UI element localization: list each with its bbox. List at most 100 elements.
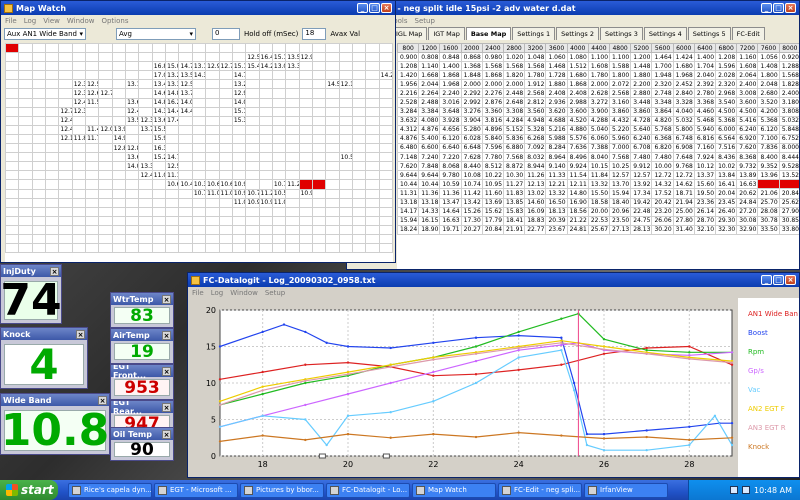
base-map-cell[interactable]: 7.568	[503, 152, 526, 163]
map-cell[interactable]	[18, 197, 33, 208]
map-cell[interactable]	[71, 188, 87, 199]
base-map-cell[interactable]: 2.812	[524, 97, 547, 108]
base-map-cell[interactable]: 1.208	[715, 51, 738, 63]
base-map-cell[interactable]: 5.768	[651, 124, 674, 135]
map-cell[interactable]	[138, 152, 153, 163]
base-map-cell[interactable]: 6.028	[460, 133, 483, 144]
map-cell[interactable]	[31, 43, 47, 54]
base-map-cell[interactable]: 1.700	[651, 61, 674, 72]
map-cell[interactable]	[138, 52, 153, 63]
map-cell[interactable]: 11.2	[285, 179, 300, 190]
map-cell[interactable]	[338, 179, 353, 190]
map-cell[interactable]	[311, 197, 327, 208]
map-cell[interactable]	[205, 224, 220, 235]
base-map-cell[interactable]: 2.240	[439, 88, 462, 99]
base-map-cell[interactable]: 1.568	[778, 70, 799, 81]
map-cell[interactable]	[378, 106, 393, 117]
base-map-cell[interactable]: 6.880	[503, 142, 526, 154]
base-map-cell[interactable]: 6.908	[672, 142, 695, 154]
map-cell[interactable]	[325, 197, 340, 208]
base-map-cell[interactable]: 20.62	[736, 188, 759, 199]
map-cell[interactable]	[191, 197, 207, 208]
base-map-cell[interactable]: 23.45	[715, 197, 738, 208]
map-cell[interactable]	[218, 224, 233, 235]
map-cell[interactable]	[178, 52, 193, 63]
map-cell[interactable]: 11.0	[205, 188, 220, 199]
map-cell[interactable]	[31, 61, 47, 72]
map-cell[interactable]	[5, 179, 20, 190]
base-map-cell[interactable]: 0.868	[460, 51, 483, 63]
base-map-cell[interactable]: 3.384	[418, 106, 441, 117]
map-cell[interactable]	[351, 152, 367, 163]
map-cell[interactable]	[98, 106, 113, 117]
base-map-cell[interactable]: 1.208	[397, 61, 420, 72]
map-cell[interactable]	[178, 152, 193, 163]
map-cell[interactable]	[5, 206, 20, 217]
map-cell[interactable]	[58, 215, 73, 226]
base-map-cell[interactable]: 1.400	[693, 51, 717, 63]
base-map-cell[interactable]: 1.800	[609, 70, 632, 81]
maximize-icon[interactable]: □	[773, 3, 784, 13]
map-cell[interactable]	[378, 206, 393, 217]
map-cell[interactable]	[365, 233, 380, 245]
map-cell[interactable]: 10.6	[218, 179, 233, 190]
base-map-cell[interactable]: 28.08	[757, 206, 780, 217]
base-map-cell[interactable]: 9.780	[439, 170, 462, 181]
map-cell[interactable]	[138, 233, 153, 245]
base-map-cell[interactable]: 7.648	[672, 152, 695, 163]
map-cell[interactable]	[325, 97, 340, 108]
map-cell[interactable]	[231, 215, 247, 226]
base-map-cell[interactable]: 5.040	[587, 124, 611, 135]
base-map-cell[interactable]: 14.17	[397, 206, 420, 217]
base-map-cell[interactable]: 25.62	[778, 197, 799, 208]
map-cell[interactable]	[151, 52, 167, 63]
base-map-cell[interactable]: 13.70	[609, 179, 632, 190]
map-cell[interactable]	[258, 79, 273, 90]
base-map-cell[interactable]: 2.876	[481, 97, 505, 108]
map-cell[interactable]	[58, 52, 73, 63]
map-cell[interactable]	[258, 88, 273, 99]
base-map-cell[interactable]: 3.648	[439, 106, 462, 117]
map-cell[interactable]	[298, 79, 313, 90]
map-cell[interactable]	[245, 233, 260, 245]
map-cell[interactable]	[258, 206, 273, 217]
base-map-cell[interactable]: 22.77	[524, 224, 547, 235]
base-map-cell[interactable]: 7.480	[630, 152, 653, 163]
map-cell[interactable]	[138, 188, 153, 199]
map-cell[interactable]: 11.0	[271, 197, 287, 208]
map-cell[interactable]	[31, 115, 47, 126]
menu-item-options[interactable]: Options	[101, 17, 128, 25]
map-cell[interactable]: 12.5	[85, 79, 100, 90]
map-cell[interactable]: 14.8	[151, 97, 167, 108]
base-map-cell[interactable]: 11.36	[439, 188, 462, 199]
base-map-cell[interactable]: 11.42	[460, 188, 483, 199]
map-cell[interactable]	[45, 52, 60, 63]
menu-item-log[interactable]: Log	[211, 289, 224, 297]
map-cell[interactable]	[205, 170, 220, 181]
map-cell[interactable]	[125, 170, 140, 181]
map-cell[interactable]	[351, 161, 367, 172]
taskbar-item[interactable]: IrfanView	[584, 482, 668, 498]
base-map-cell[interactable]: 1.948	[651, 70, 674, 81]
base-map-cell[interactable]: 5.400	[418, 133, 441, 144]
base-map-cell[interactable]: 2.448	[503, 88, 526, 99]
map-cell[interactable]	[378, 152, 393, 163]
tray-icon[interactable]	[742, 486, 751, 494]
base-map-cell[interactable]: 7.240	[418, 152, 441, 163]
base-map-cell[interactable]: 10.15	[587, 161, 611, 172]
map-cell[interactable]	[31, 97, 47, 108]
map-cell[interactable]	[138, 179, 153, 190]
base-map-cell[interactable]: 5.800	[672, 124, 695, 135]
map-cell[interactable]	[325, 106, 340, 117]
base-map-cell[interactable]: 7.148	[397, 152, 420, 163]
base-map-cell[interactable]: 1.800	[757, 70, 780, 81]
base-map-cell[interactable]: 13.02	[524, 188, 547, 199]
map-cell[interactable]: 13.5	[125, 115, 140, 126]
map-cell[interactable]	[5, 106, 20, 117]
base-map-cell[interactable]: 10.30	[503, 170, 526, 181]
map-cell[interactable]	[338, 88, 353, 99]
close-icon[interactable]: ×	[785, 275, 796, 285]
map-cell[interactable]	[365, 152, 380, 163]
base-map-cell[interactable]: 20.84	[778, 188, 799, 199]
map-cell[interactable]	[218, 88, 233, 99]
